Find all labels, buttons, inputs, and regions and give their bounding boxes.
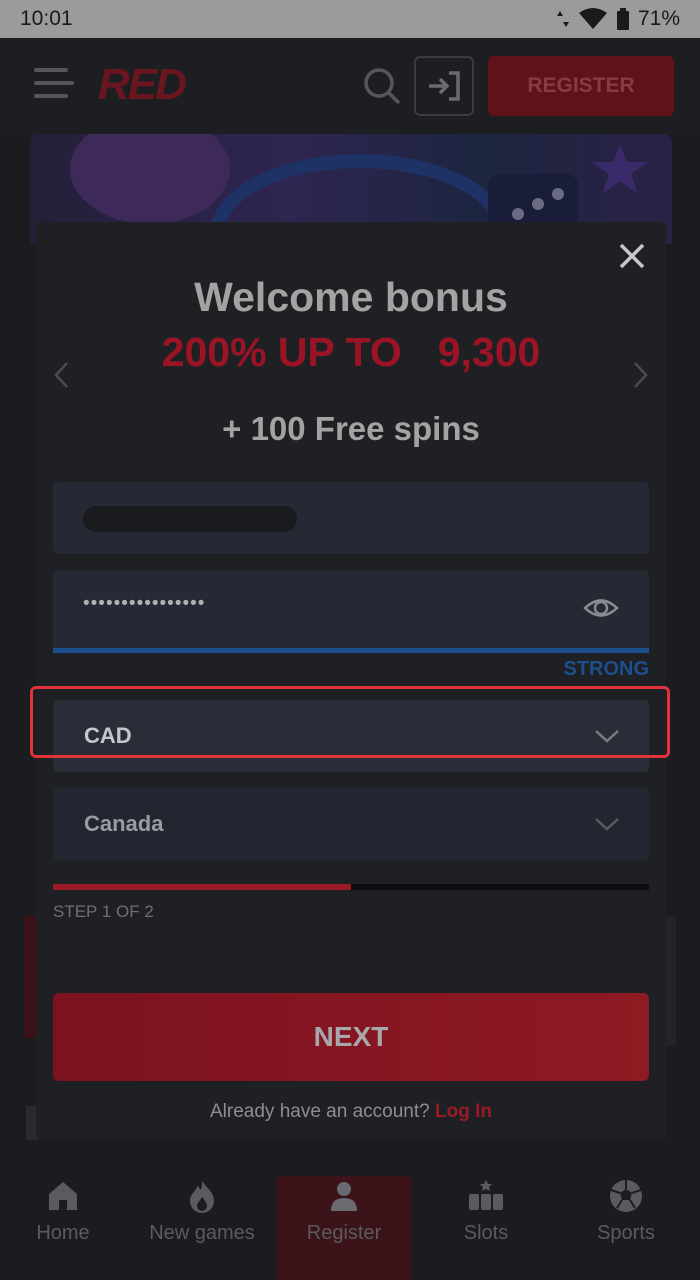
bonus-percent-text: 200% UP TO <box>161 329 402 375</box>
wifi-icon <box>578 8 607 29</box>
nav-tab-sports[interactable]: Sports <box>584 1176 668 1280</box>
nav-tab-label: Slots <box>463 1222 509 1244</box>
status-bar: 10:01 71% <box>0 0 700 38</box>
login-prompt: Already have an account? Log In <box>36 1101 666 1123</box>
network-arrows-icon <box>556 11 569 27</box>
password-strength-bar <box>53 648 649 653</box>
registration-modal: Welcome bonus 200% UP TO 9,300 + 100 Free… <box>36 222 666 1140</box>
home-icon <box>49 1182 77 1210</box>
search-icon[interactable] <box>362 66 402 106</box>
password-strength-label: STRONG <box>563 658 649 680</box>
currency-highlight-box <box>30 686 670 758</box>
account-prompt-text: Already have an account? <box>210 1101 430 1122</box>
nav-tab-label: Register <box>306 1222 382 1244</box>
nav-tab-home[interactable]: Home <box>20 1176 106 1280</box>
login-arrow-icon <box>429 71 460 101</box>
nav-tab-label: New games <box>149 1222 255 1244</box>
battery-icon <box>616 8 629 30</box>
bonus-title: Welcome bonus <box>194 274 508 320</box>
login-link[interactable]: Log In <box>435 1101 492 1122</box>
country-select[interactable]: Canada <box>53 788 649 860</box>
eye-icon[interactable] <box>583 593 619 623</box>
password-field[interactable]: •••••••••••••••• <box>53 571 649 651</box>
status-time: 10:01 <box>20 7 73 30</box>
step-progress-bar <box>53 884 649 890</box>
country-value: Canada <box>84 811 164 836</box>
bonus-amount: 200% UP TO 9,300 <box>36 329 666 376</box>
site-header: RED REGISTER <box>0 38 700 134</box>
menu-icon[interactable] <box>34 66 74 102</box>
nav-tab-label: Sports <box>597 1222 655 1244</box>
logo[interactable]: RED <box>98 60 187 110</box>
free-spins-text: + 100 Free spins <box>222 410 480 447</box>
nav-tab-new-games[interactable]: New games <box>140 1176 264 1280</box>
email-field[interactable] <box>53 482 649 554</box>
nav-tab-slots[interactable]: Slots <box>446 1176 526 1280</box>
battery-level: 71% <box>637 7 680 30</box>
step-indicator: STEP 1 OF 2 <box>53 902 154 921</box>
nav-tab-label: Home <box>36 1222 90 1244</box>
redacted-email-value <box>83 506 297 532</box>
password-value: •••••••••••••••• <box>83 593 206 614</box>
close-button[interactable] <box>612 236 652 276</box>
close-icon <box>619 243 645 269</box>
step-progress-fill <box>53 884 351 890</box>
star-icon <box>592 144 648 194</box>
bottom-navigation: Home New games Register Slots Sports <box>0 1142 700 1280</box>
login-button[interactable] <box>414 56 474 116</box>
user-icon <box>331 1182 357 1211</box>
chevron-down-icon <box>595 818 619 831</box>
nav-tab-register[interactable]: Register <box>296 1176 392 1280</box>
next-button[interactable]: NEXT <box>53 993 649 1081</box>
flame-icon <box>190 1181 214 1213</box>
bonus-value-text: 9,300 <box>437 329 541 375</box>
slots-icon <box>469 1180 503 1210</box>
header-register-button[interactable]: REGISTER <box>488 56 674 116</box>
soccer-ball-icon <box>610 1180 642 1212</box>
